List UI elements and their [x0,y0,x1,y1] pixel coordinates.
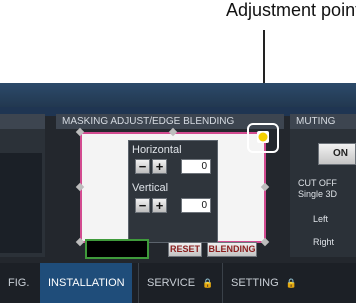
tab-config-label: FIG. [8,277,30,289]
app-window: MASKING ADJUST/EDGE BLENDING Horizontal … [0,83,356,303]
left-section-head [0,114,45,129]
right-label: Right [313,237,335,247]
vertical-value-field[interactable]: 0 [181,198,211,213]
blending-button[interactable]: BLENDING [207,242,257,257]
bottom-right-corner-handle[interactable] [260,237,270,247]
horizontal-plus-button[interactable]: + [152,159,167,174]
tab-setting[interactable]: SETTING 🔒 [222,263,304,303]
horizontal-minus-button[interactable]: − [135,159,150,174]
left-label: Left [313,214,329,224]
muting-section-title: MUTING [290,114,356,129]
annotation-label: Adjustment point [226,0,356,20]
tab-installation[interactable]: INSTALLATION [40,263,132,303]
blending-indicator-box [85,239,149,259]
mute-on-button[interactable]: ON [318,143,356,165]
tab-service[interactable]: SERVICE 🔒 [138,263,220,303]
lock-icon: 🔒 [285,278,297,288]
horizontal-label: Horizontal [132,144,182,156]
reset-button[interactable]: RESET [168,242,202,257]
single-3d-label: Single 3D [298,189,338,199]
lock-icon: 🔒 [202,278,214,288]
vertical-plus-button[interactable]: + [152,198,167,213]
adjustment-point-icon[interactable] [256,130,270,144]
vertical-minus-button[interactable]: − [135,198,150,213]
left-panel-area [0,153,42,253]
tab-service-label: SERVICE [147,277,196,289]
tab-setting-label: SETTING [231,277,279,289]
top-bar [0,83,356,107]
vertical-label: Vertical [132,182,169,194]
tab-installation-label: INSTALLATION [48,277,125,289]
horizontal-value-field[interactable]: 0 [181,159,211,174]
tab-bar: FIG. INSTALLATION SERVICE 🔒 SETTING 🔒 [0,263,356,303]
cut-off-label: CUT OFF [298,178,337,188]
tab-config[interactable]: FIG. [0,263,40,303]
